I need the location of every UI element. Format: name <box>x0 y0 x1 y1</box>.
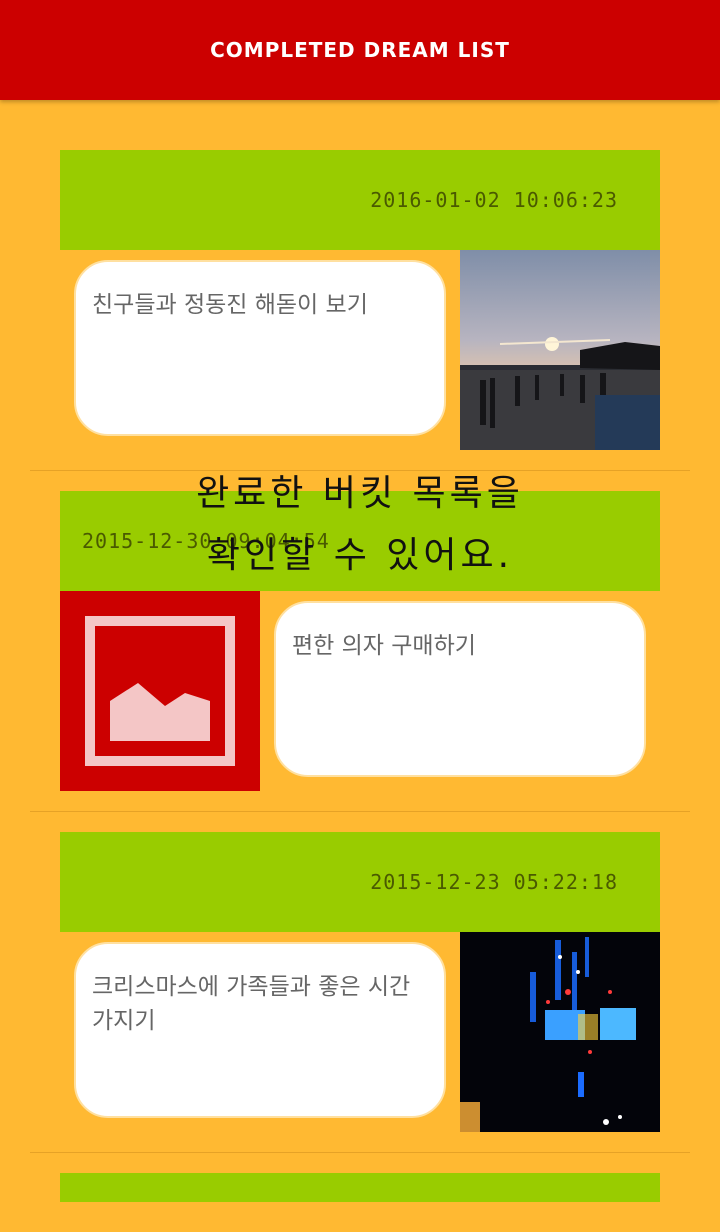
dream-text: 크리스마스에 가족들과 좋은 시간 가지기 <box>92 974 411 1034</box>
completed-date: 2015-12-23 05:22:18 <box>370 870 618 894</box>
dream-text-bubble: 편한 의자 구매하기 <box>274 601 646 777</box>
guide-text-line-1: 완료한 버킷 목록을 <box>196 473 524 514</box>
sunrise-beach-photo[interactable] <box>460 250 660 450</box>
dream-text: 편한 의자 구매하기 <box>292 633 476 659</box>
dream-card[interactable]: 2015-12-23 05:22:18 크리스마스에 가족들과 좋은 시간 가지… <box>60 832 660 1132</box>
completed-date: 2016-01-02 10:06:23 <box>370 188 618 212</box>
christmas-lights-photo[interactable] <box>460 932 660 1132</box>
app-bar: COMPLETED DREAM LIST <box>0 0 720 100</box>
dream-text: 친구들과 정동진 해돋이 보기 <box>92 292 368 318</box>
page-title: COMPLETED DREAM LIST <box>210 38 510 62</box>
divider <box>30 1152 690 1153</box>
dream-text-bubble: 크리스마스에 가족들과 좋은 시간 가지기 <box>74 942 446 1118</box>
dream-card[interactable]: 2016-01-02 10:06:23 친구들과 정동진 해돋이 보기 <box>60 150 660 450</box>
card-header <box>60 1173 660 1202</box>
dream-text-bubble: 친구들과 정동진 해돋이 보기 <box>74 260 446 436</box>
guide-text-line-2: 확인할 수 있어요. <box>206 535 514 576</box>
dream-card[interactable] <box>60 1173 660 1232</box>
placeholder-image-icon[interactable] <box>60 591 260 791</box>
divider <box>30 811 690 812</box>
card-header: 2016-01-02 10:06:23 <box>60 150 660 250</box>
card-header: 2015-12-23 05:22:18 <box>60 832 660 932</box>
